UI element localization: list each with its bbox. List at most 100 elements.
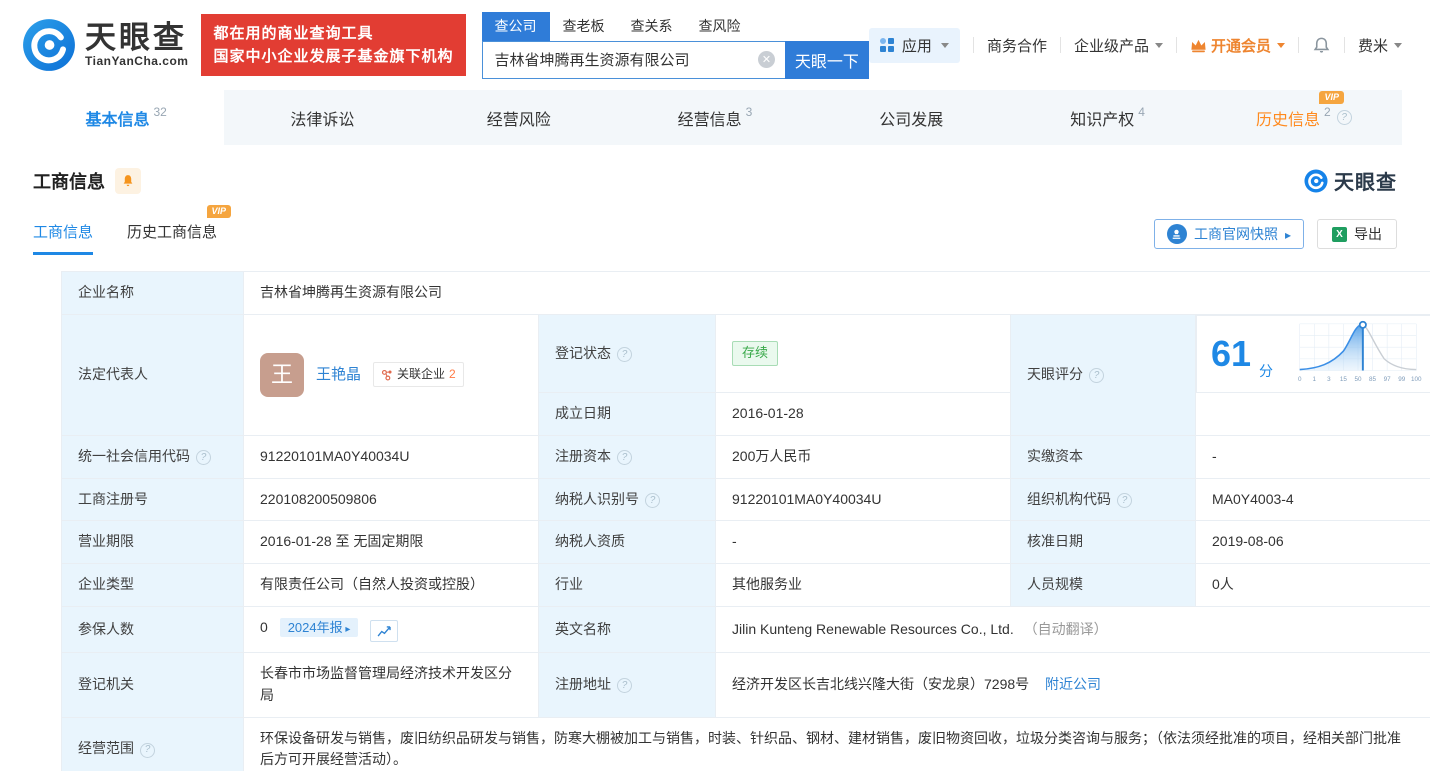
tab-count: 3 (746, 105, 753, 119)
tab-legal-litigation[interactable]: 法律诉讼 (224, 90, 420, 145)
industry-label: 行业 (539, 563, 716, 606)
tab-history-info[interactable]: 历史信息 VIP 2 (1206, 90, 1402, 145)
excel-icon (1332, 227, 1347, 242)
nearby-companies-link[interactable]: 附近公司 (1045, 676, 1101, 692)
company-name-label: 企业名称 (62, 272, 244, 315)
divider (1344, 37, 1345, 53)
taxpayer-id-label: 纳税人识别号 (539, 478, 716, 521)
taxpayer-quality-label: 纳税人资质 (539, 521, 716, 564)
english-name-label: 英文名称 (539, 606, 716, 653)
svg-text:3: 3 (1327, 376, 1331, 383)
staff-size-value: 0人 (1196, 563, 1430, 606)
trend-chart-icon (377, 626, 392, 637)
vip-badge: VIP (207, 205, 232, 218)
promo-banner: 都在用的商业查询工具 国家中小企业发展子基金旗下机构 (201, 14, 465, 77)
status-badge: 存续 (732, 341, 778, 366)
org-code-label: 组织机构代码 (1011, 478, 1196, 521)
subtab-history-business-info[interactable]: 历史工商信息 VIP (127, 221, 217, 255)
help-icon[interactable] (1117, 493, 1132, 508)
chevron-down-icon (1155, 43, 1163, 48)
official-snapshot-button[interactable]: 工商官网快照 (1154, 219, 1304, 249)
tab-count: 32 (153, 105, 166, 119)
search-area: 查公司 查老板 查关系 查风险 天眼一下 (482, 12, 869, 79)
svg-text:97: 97 (1383, 376, 1391, 383)
search-input[interactable] (483, 51, 758, 68)
business-info-section: 工商信息 天眼查 工商信息 历史工商信息 VIP (0, 145, 1430, 771)
search-tab-relation[interactable]: 查关系 (618, 12, 686, 41)
monitor-bell-button[interactable] (115, 168, 141, 194)
tab-operation-info[interactable]: 经营信息 3 (617, 90, 813, 145)
subtab-business-info[interactable]: 工商信息 (33, 221, 93, 255)
tab-company-development[interactable]: 公司发展 (813, 90, 1009, 145)
score-label: 天眼评分 (1011, 314, 1196, 435)
address-label: 注册地址 (539, 653, 716, 717)
nav-enterprise[interactable]: 企业级产品 (1074, 35, 1163, 56)
search-tab-risk[interactable]: 查风险 (686, 12, 754, 41)
credit-code-value: 91220101MA0Y40034U (244, 435, 539, 478)
nav-cooperation[interactable]: 商务合作 (987, 35, 1047, 56)
tab-basic-info[interactable]: 基本信息 32 (28, 90, 224, 145)
nav-apps[interactable]: 应用 (869, 28, 960, 63)
business-term-value: 2016-01-28 至 无固定期限 (244, 521, 539, 564)
legal-rep-label: 法定代表人 (62, 314, 244, 435)
address-value: 经济开发区长吉北线兴隆大街（安龙泉）7298号 (732, 676, 1029, 692)
help-icon[interactable] (196, 450, 211, 465)
approval-date-label: 核准日期 (1011, 521, 1196, 564)
legal-rep-name-link[interactable]: 王艳晶 (316, 363, 361, 386)
help-icon[interactable] (617, 678, 632, 693)
nav-open-vip[interactable]: 开通会员 (1190, 35, 1285, 56)
svg-text:15: 15 (1339, 376, 1347, 383)
taxpayer-quality-value: - (716, 521, 1011, 564)
arrow-right-icon (1285, 226, 1291, 242)
table-row: 登记机关 长春市市场监督管理局经济技术开发区分局 注册地址 经济开发区长吉北线兴… (62, 653, 1430, 717)
company-type-label: 企业类型 (62, 563, 244, 606)
search-tab-boss[interactable]: 查老板 (550, 12, 618, 41)
related-companies-badge[interactable]: 关联企业 2 (373, 362, 464, 387)
search-tab-company[interactable]: 查公司 (482, 12, 550, 41)
org-code-value: MA0Y4003-4 (1196, 478, 1430, 521)
help-icon[interactable] (617, 347, 632, 362)
clear-search-icon[interactable] (758, 51, 775, 68)
svg-text:85: 85 (1369, 376, 1377, 383)
legal-rep-avatar[interactable]: 王 (260, 353, 304, 397)
business-term-label: 营业期限 (62, 521, 244, 564)
top-nav: 应用 商务合作 企业级产品 开通会员 费米 (869, 28, 1402, 63)
registered-capital-label: 注册资本 (539, 435, 716, 478)
tab-operation-risk[interactable]: 经营风险 (421, 90, 617, 145)
help-icon[interactable] (617, 450, 632, 465)
apps-grid-icon (880, 38, 895, 53)
nav-user-menu[interactable]: 费米 (1358, 35, 1402, 56)
help-icon[interactable] (645, 493, 660, 508)
help-icon[interactable] (1089, 368, 1104, 383)
business-scope-value: 环保设备研发与销售，废旧纺织品研发与销售，防寒大棚被加工与销售，时装、针织品、钢… (244, 717, 1430, 771)
chevron-down-icon (941, 43, 949, 48)
banner-line2: 国家中小企业发展子基金旗下机构 (213, 45, 453, 68)
search-button[interactable]: 天眼一下 (785, 41, 869, 79)
divider (1060, 37, 1061, 53)
annual-report-badge[interactable]: 2024年报 (280, 618, 359, 637)
divider (1176, 37, 1177, 53)
watermark-brand: 天眼查 (1334, 166, 1397, 195)
nav-open-vip-label: 开通会员 (1211, 35, 1271, 56)
export-button[interactable]: 导出 (1317, 219, 1397, 249)
notification-bell-icon[interactable] (1312, 36, 1331, 55)
logo-swirl-icon (1304, 169, 1328, 193)
score-chart: 0131550859799100 (1294, 320, 1422, 388)
tab-intellectual-property[interactable]: 知识产权 4 (1009, 90, 1205, 145)
score-cell: 61 分 0131550859799100 (1196, 315, 1430, 393)
tianyancha-logo[interactable]: 天眼查 TianYanCha.com (22, 18, 188, 72)
company-type-value: 有限责任公司（自然人投资或控股） (244, 563, 539, 606)
banner-line1: 都在用的商业查询工具 (213, 22, 453, 45)
network-icon (381, 369, 393, 381)
trend-chart-button[interactable] (370, 620, 398, 642)
help-icon[interactable] (140, 743, 155, 758)
english-name-value: Jilin Kunteng Renewable Resources Co., L… (732, 621, 1014, 637)
table-row: 经营范围 环保设备研发与销售，废旧纺织品研发与销售，防寒大棚被加工与销售，时装、… (62, 717, 1430, 771)
business-scope-label: 经营范围 (62, 717, 244, 771)
credit-code-label: 统一社会信用代码 (62, 435, 244, 478)
tab-label: 公司发展 (879, 106, 943, 130)
paid-capital-label: 实缴资本 (1011, 435, 1196, 478)
tab-label: 基本信息 (85, 106, 149, 130)
help-icon[interactable] (1337, 110, 1352, 125)
snapshot-label: 工商官网快照 (1194, 224, 1278, 244)
